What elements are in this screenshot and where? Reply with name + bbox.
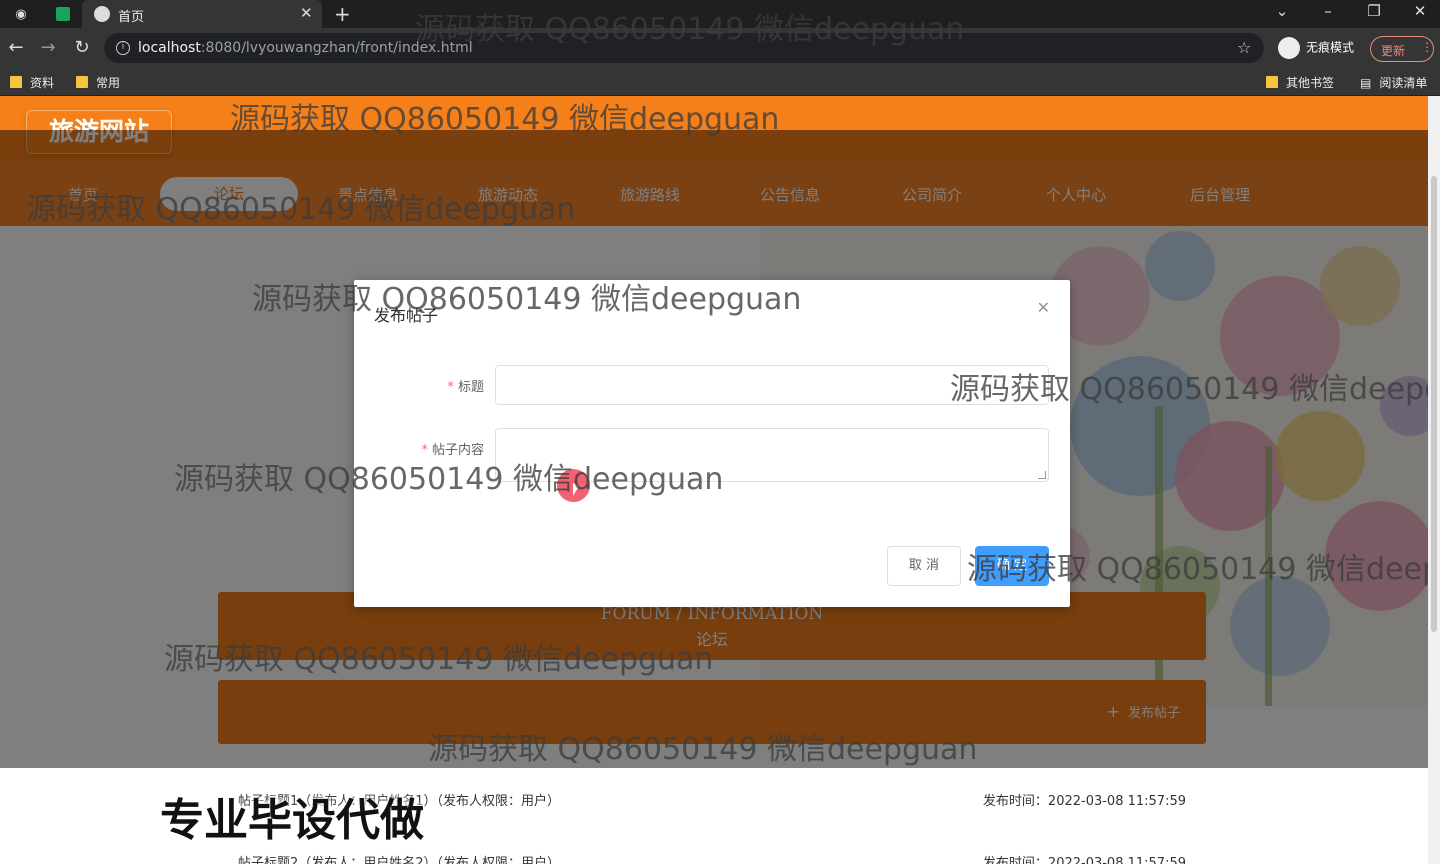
title-label-text: 标题 [457,380,484,395]
forward-icon[interactable]: → [38,37,58,59]
update-button[interactable]: 更新 ⋮ [1370,36,1434,62]
resize-handle-icon[interactable] [1038,471,1046,479]
back-icon[interactable]: ← [6,37,26,59]
other-bookmarks-label: 其他书签 [1286,76,1335,90]
watermark: 源码获取 QQ86050149 微信deepguan [967,552,1428,587]
incognito-indicator[interactable]: 无痕模式 [1278,37,1354,61]
bookmark-label: 资料 [30,76,55,90]
watermark: 源码获取 QQ86050149 微信deepguan [26,192,576,227]
tab-search-icon[interactable]: ⌄ [1270,2,1294,20]
folder-icon [10,76,22,88]
reading-list[interactable]: ▤ 阅读清单 [1360,74,1427,91]
incognito-icon [1278,37,1300,59]
bookmark-folder[interactable]: 常用 [76,74,120,91]
url-host: localhost [138,40,201,56]
watermark: 源码获取 QQ86050149 微信deepguan [252,282,802,317]
bookmarks-bar: 资料 常用 其他书签 ▤ 阅读清单 [0,68,1440,96]
reading-list-icon: ▤ [1360,76,1372,90]
publish-post-dialog: 发布帖子 ✕ * 标题 * 帖子内容 取 消 确 定 [354,280,1070,607]
browser-tab-active[interactable]: 首页 ✕ [82,0,322,28]
reload-icon[interactable]: ↻ [72,37,92,59]
watermark: 源码获取 QQ86050149 微信deepguan [950,372,1428,407]
tab-title: 首页 [118,10,145,25]
scrollbar-thumb[interactable] [1431,176,1437,632]
minimize-icon[interactable]: – [1316,2,1340,20]
browser-menu-icon[interactable]: ◉ [10,4,32,24]
watermark: 源码获取 QQ86050149 微信deepguan [174,462,724,497]
globe-icon [94,6,110,22]
bookmark-folder[interactable]: 资料 [10,74,54,91]
forum-post-row[interactable]: 帖子标题2（发布人：用户姓名2）（发布人权限：用户） 发布时间：2022-03-… [238,852,1186,864]
more-menu-icon[interactable]: ⋮ [1421,40,1433,54]
folder-icon [1266,76,1278,88]
watermark-big: 专业毕设代做 [160,795,424,846]
watermark: 源码获取 QQ86050149 微信deepguan [164,642,714,677]
folder-icon [76,76,88,88]
watermark: 源码获取 QQ86050149 微信deepguan [230,102,780,137]
post-time: 发布时间：2022-03-08 11:57:59 [982,856,1186,864]
post-time: 发布时间：2022-03-08 11:57:59 [982,794,1186,809]
tab-close-icon[interactable]: ✕ [300,4,313,22]
other-bookmarks[interactable]: 其他书签 [1266,74,1334,91]
pinned-tab-icon[interactable] [52,4,74,24]
window-close-icon[interactable]: ✕ [1408,2,1432,20]
bookmark-star-icon[interactable]: ☆ [1237,38,1251,57]
restore-icon[interactable]: ❐ [1362,2,1386,20]
watermark: 源码获取 QQ86050149 微信deepguan [428,732,978,767]
update-label: 更新 [1381,44,1406,58]
site-info-icon[interactable]: i [116,41,130,55]
cancel-button[interactable]: 取 消 [887,546,961,586]
watermark: 源码获取 QQ86050149 微信deepguan [415,12,965,47]
dialog-close-icon[interactable]: ✕ [1037,298,1050,317]
bookmark-label: 常用 [96,76,121,90]
required-mark: * [447,380,454,395]
new-tab-icon[interactable]: + [334,2,351,26]
incognito-label: 无痕模式 [1306,40,1355,55]
page-scrollbar[interactable] [1428,96,1440,864]
post-meta: 帖子标题2（发布人：用户姓名2）（发布人权限：用户） [238,856,561,864]
reading-list-label: 阅读清单 [1379,76,1428,90]
title-field-label: * 标题 [354,376,484,395]
